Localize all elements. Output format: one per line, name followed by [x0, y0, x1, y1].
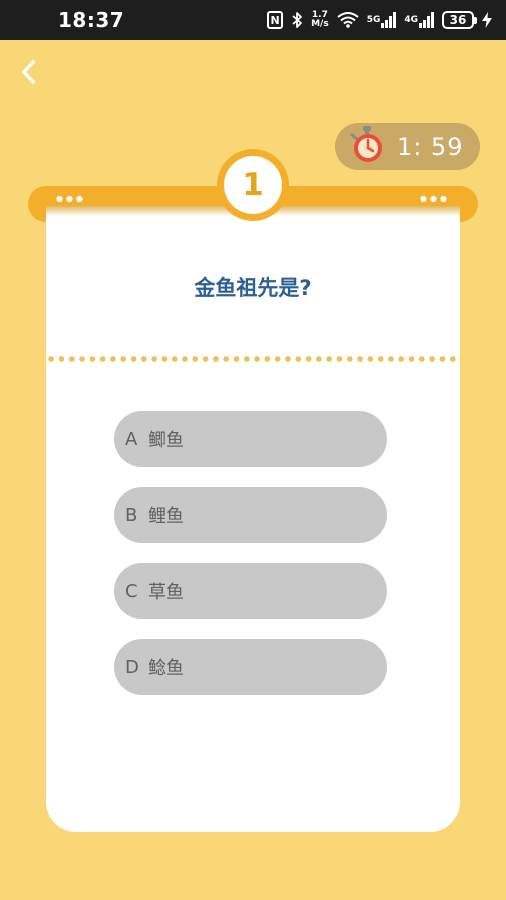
wifi-icon — [337, 12, 359, 28]
option-c[interactable]: C 草鱼 — [114, 563, 387, 619]
question-number-badge: 1 — [217, 149, 289, 221]
band-dots-right: ●●● — [420, 194, 450, 203]
status-time: 18:37 — [58, 8, 125, 32]
option-letter: D — [125, 656, 139, 678]
nfc-icon: N — [267, 11, 284, 29]
question-text: 金鱼祖先是? — [194, 276, 312, 300]
chevron-left-icon — [22, 60, 35, 84]
option-a[interactable]: A 鲫鱼 — [114, 411, 387, 467]
option-d[interactable]: D 鲶鱼 — [114, 639, 387, 695]
option-label: 草鱼 — [148, 582, 184, 603]
stopwatch-icon — [349, 125, 385, 168]
net-label-5g: 5G — [366, 15, 381, 25]
signal-5g-icon: 5G — [367, 12, 397, 28]
option-letter: A — [125, 428, 138, 450]
option-letter: C — [125, 580, 138, 602]
option-label: 鲤鱼 — [148, 506, 184, 527]
dotted-divider — [46, 355, 460, 363]
charging-icon — [482, 12, 492, 28]
speed-unit: M/s — [311, 19, 329, 29]
option-label: 鲶鱼 — [148, 658, 184, 679]
option-label: 鲫鱼 — [148, 430, 184, 451]
timer-text: 1: 59 — [397, 132, 464, 161]
option-letter: B — [125, 504, 138, 526]
battery-icon: 36 — [442, 11, 477, 29]
back-button[interactable] — [14, 55, 44, 89]
band-dots-left: ●●● — [56, 194, 86, 203]
option-b[interactable]: B 鲤鱼 — [114, 487, 387, 543]
network-speed: 1.7 M/s — [311, 11, 329, 29]
question-number: 1 — [224, 156, 282, 214]
signal-4g-icon: 4G — [404, 12, 434, 28]
status-bar: 18:37 N 1.7 M/s 5G 4G 36 — [0, 0, 506, 40]
net-label-4g: 4G — [404, 15, 418, 25]
question-card: 金鱼祖先是? A 鲫鱼 B 鲤鱼 C 草鱼 D 鲶鱼 — [46, 206, 460, 832]
bluetooth-icon — [291, 11, 303, 29]
countdown-timer: 1: 59 — [335, 123, 480, 170]
status-icons: N 1.7 M/s 5G 4G 36 — [267, 11, 492, 29]
